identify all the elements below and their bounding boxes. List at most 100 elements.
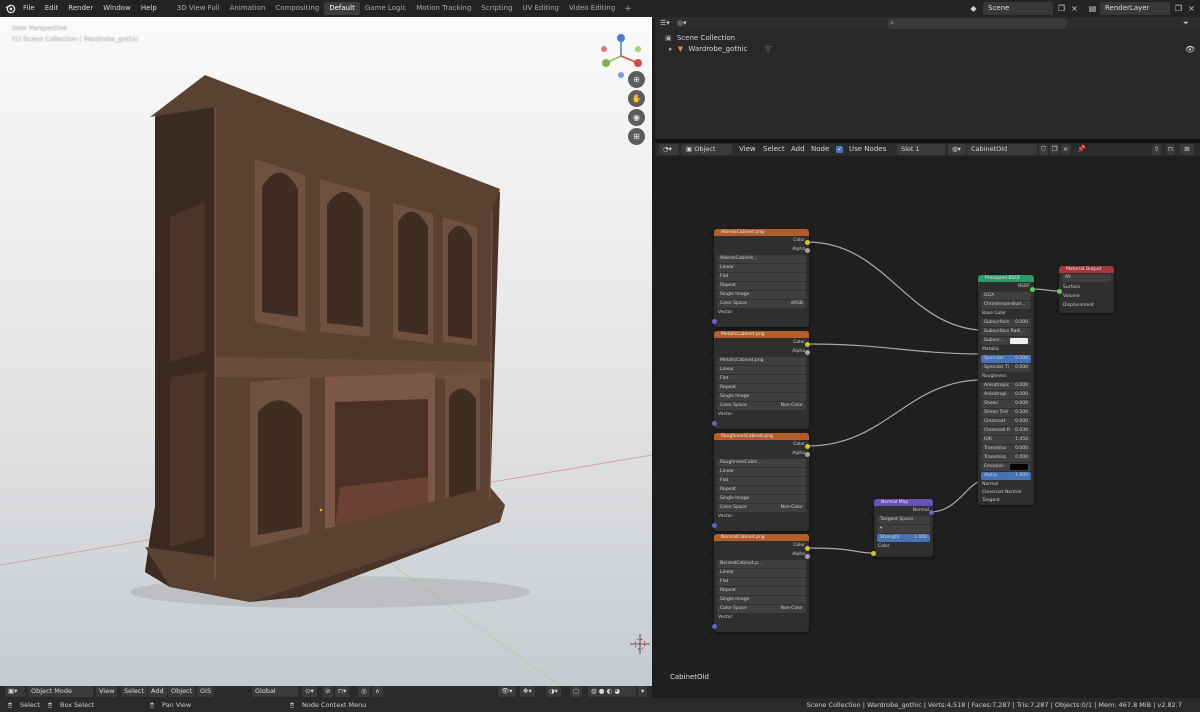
- extension-select[interactable]: Repeat: [717, 282, 806, 290]
- projection-select[interactable]: Flat: [717, 273, 806, 281]
- source-select[interactable]: Single Image: [717, 596, 806, 604]
- subsurface-method-select[interactable]: Christensen-Burl...: [981, 301, 1031, 309]
- menu-file[interactable]: File: [18, 0, 40, 17]
- falloff-icon[interactable]: ∧: [372, 686, 383, 697]
- image-field[interactable]: RoughnessCabin...: [717, 459, 806, 467]
- texture-node-metallic[interactable]: MetalicCabinet.png Color Alpha MetalicCa…: [714, 331, 809, 429]
- socket[interactable]: [871, 551, 876, 556]
- uv-map-field[interactable]: ▾: [877, 525, 930, 533]
- extension-select[interactable]: Repeat: [717, 587, 806, 595]
- tab-game-logic[interactable]: Game Logic: [360, 2, 411, 15]
- gizmo-toggle-icon[interactable]: ✥▾: [520, 686, 535, 697]
- add-workspace-icon[interactable]: +: [620, 4, 636, 14]
- bsdf-input[interactable]: Sheen 0.000: [981, 400, 1031, 408]
- node-editor[interactable]: ◔▾ ▣ Object View Select Add Node ✓ Use N…: [655, 143, 1200, 698]
- socket[interactable]: [929, 510, 934, 515]
- image-field[interactable]: NormalCabinet.p...: [717, 560, 806, 568]
- interpolation-select[interactable]: Linear: [717, 468, 806, 476]
- zoom-icon[interactable]: ⊕: [628, 71, 645, 88]
- bsdf-input[interactable]: Clearcoat R 0.030: [981, 427, 1031, 435]
- socket[interactable]: [805, 546, 810, 551]
- projection-select[interactable]: Flat: [717, 578, 806, 586]
- socket[interactable]: [1057, 289, 1062, 294]
- menu-window[interactable]: Window: [98, 0, 136, 17]
- interpolation-select[interactable]: Linear: [717, 366, 806, 374]
- bsdf-input[interactable]: Anisotropi 0.000: [981, 391, 1031, 399]
- 3d-viewport[interactable]: User Perspective (1) Scene Collection | …: [0, 17, 652, 686]
- socket[interactable]: [712, 319, 717, 324]
- socket[interactable]: [805, 554, 810, 559]
- principled-bsdf-node[interactable]: Principled BSDF BSDF GGX Christensen-Bur…: [978, 275, 1034, 505]
- socket[interactable]: [805, 248, 810, 253]
- snap-mode-icon[interactable]: ⊓▾: [335, 686, 350, 697]
- menu-edit[interactable]: Edit: [40, 0, 64, 17]
- shading-modes[interactable]: ◍ ● ◐ ◕: [588, 686, 636, 697]
- scene-icon[interactable]: ◆: [967, 2, 980, 15]
- shading-options-icon[interactable]: ▾: [638, 686, 648, 697]
- texture-node-roughness[interactable]: RoughnessCabinet.png Color Alpha Roughne…: [714, 433, 809, 531]
- extension-select[interactable]: Repeat: [717, 384, 806, 392]
- socket[interactable]: [805, 444, 810, 449]
- tab-motion-tracking[interactable]: Motion Tracking: [411, 2, 476, 15]
- tab-scripting[interactable]: Scripting: [476, 2, 517, 15]
- bsdf-input[interactable]: Subsurface 0.000: [981, 319, 1031, 327]
- proportional-icon[interactable]: ◎: [358, 686, 370, 697]
- grid-icon[interactable]: ⊞: [628, 128, 645, 145]
- bsdf-input[interactable]: IOR 1.450: [981, 436, 1031, 444]
- strength-field[interactable]: Strength 1.000: [877, 534, 930, 542]
- material-output-node[interactable]: Material Output All Surface Volume Displ…: [1059, 266, 1114, 313]
- target-select[interactable]: All: [1062, 274, 1111, 282]
- tab-animation[interactable]: Animation: [225, 2, 271, 15]
- space-select[interactable]: Tangent Space: [877, 516, 930, 524]
- socket[interactable]: [805, 350, 810, 355]
- projection-select[interactable]: Flat: [717, 477, 806, 485]
- bsdf-input[interactable]: Specular 0.500: [981, 355, 1031, 363]
- visibility-icon[interactable]: 👁▾: [498, 686, 516, 697]
- tab-3d-view-full[interactable]: 3D View Full: [172, 2, 225, 15]
- normal-map-node[interactable]: Normal Map Normal Tangent Space ▾ Streng…: [874, 499, 933, 557]
- menu-help[interactable]: Help: [136, 0, 162, 17]
- source-select[interactable]: Single Image: [717, 495, 806, 503]
- outliner-search[interactable]: ⌕: [887, 18, 1067, 29]
- source-select[interactable]: Single Image: [717, 393, 806, 401]
- tab-video-editing[interactable]: Video Editing: [564, 2, 620, 15]
- filter-icon[interactable]: ⏷: [1183, 18, 1189, 29]
- socket[interactable]: [805, 342, 810, 347]
- mode-select[interactable]: Object Mode: [28, 686, 93, 697]
- socket[interactable]: [805, 452, 810, 457]
- render-layer-field[interactable]: RenderLayer: [1100, 2, 1170, 15]
- close-layer-icon[interactable]: ×: [1185, 2, 1198, 15]
- bsdf-input[interactable]: Transmiss 0.000: [981, 445, 1031, 453]
- expand-icon[interactable]: ▸: [669, 45, 673, 53]
- socket[interactable]: [712, 624, 717, 629]
- bsdf-input[interactable]: Transmiss 0.000: [981, 454, 1031, 462]
- menu-view[interactable]: View: [96, 686, 118, 697]
- outliner-object-row[interactable]: ▸ ▼ Wardrobe_gothic ▽: [669, 44, 771, 55]
- color-space-select[interactable]: Color Space Non-Color: [717, 605, 806, 613]
- source-select[interactable]: Single Image: [717, 291, 806, 299]
- image-field[interactable]: AlbedoCabinet...: [717, 255, 806, 263]
- menu-render[interactable]: Render: [63, 0, 98, 17]
- bsdf-input[interactable]: Emission: [981, 463, 1031, 471]
- tab-default[interactable]: Default: [324, 2, 360, 15]
- eye-icon[interactable]: 👁: [1185, 45, 1195, 54]
- texture-node-normal[interactable]: NormalCabinet.png Color Alpha NormalCabi…: [714, 534, 809, 632]
- menu-select[interactable]: Select: [121, 686, 148, 697]
- projection-select[interactable]: Flat: [717, 375, 806, 383]
- tab-compositing[interactable]: Compositing: [270, 2, 324, 15]
- copy-layer-icon[interactable]: ❐: [1172, 2, 1185, 15]
- blender-icon[interactable]: [2, 0, 18, 17]
- color-space-select[interactable]: Color Space Non-Color: [717, 402, 806, 410]
- texture-node-albedo[interactable]: AlbedoCabinet.png Color Alpha AlbedoCabi…: [714, 229, 809, 327]
- socket[interactable]: [712, 523, 717, 528]
- editor-type-icon[interactable]: ▣▾: [5, 686, 25, 697]
- socket[interactable]: [712, 421, 717, 426]
- interpolation-select[interactable]: Linear: [717, 264, 806, 272]
- bsdf-input[interactable]: Alpha 1.000: [981, 472, 1031, 480]
- scene-field[interactable]: Scene: [983, 2, 1053, 15]
- close-scene-icon[interactable]: ×: [1068, 2, 1081, 15]
- pivot-icon[interactable]: ⊙▾: [302, 686, 317, 697]
- hand-icon[interactable]: ✋: [628, 90, 645, 107]
- outliner-type-icon[interactable]: ☰▾: [660, 18, 674, 29]
- extension-select[interactable]: Repeat: [717, 486, 806, 494]
